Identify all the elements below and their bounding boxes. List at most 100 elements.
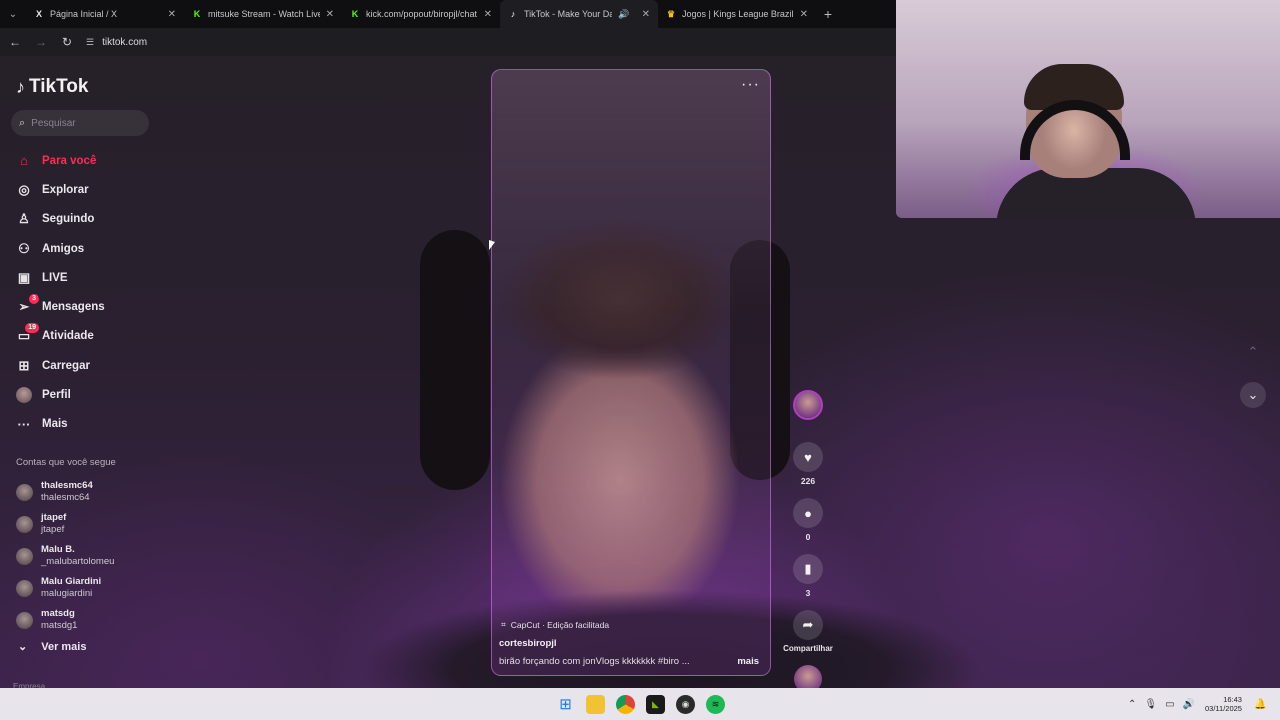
tray-overflow-icon[interactable]: ⌃ bbox=[1128, 699, 1136, 710]
next-video-button[interactable]: ⌄ bbox=[1240, 382, 1266, 408]
sidebar-item-live[interactable]: ▣ LIVE bbox=[16, 263, 105, 292]
browser-tab-2[interactable]: Kkick.com/popout/biropjl/chat ✕ bbox=[342, 0, 500, 28]
share-button[interactable]: ➦ bbox=[793, 610, 823, 640]
sidebar-item-activity[interactable]: ▭ 19 Atividade bbox=[16, 322, 105, 351]
sidebar-item-home[interactable]: ⌂ Para você bbox=[16, 146, 105, 175]
system-tray: ⌃ 🎙 ▭ 🔊 16:43 03/11/2025 🔔 bbox=[1128, 688, 1266, 720]
messages-icon: ➢ 3 bbox=[16, 294, 39, 315]
more-options-icon[interactable]: ··· bbox=[741, 76, 760, 94]
sidebar-item-label: Para você bbox=[42, 154, 97, 167]
tab-close-icon[interactable]: ✕ bbox=[800, 9, 808, 20]
following-list: thalesmc64 thalesmc64 jtapef jtapef Malu B. _… bbox=[16, 476, 114, 636]
sidebar-item-friends[interactable]: ⚇ Amigos bbox=[16, 234, 105, 263]
tab-search-icon[interactable]: ⌄ bbox=[0, 0, 26, 28]
browser-tab-3[interactable]: ♪ TikTok - Make Your Day 🔊 ✕ bbox=[500, 0, 658, 28]
sidebar-item-profile-avatar[interactable]: Perfil bbox=[16, 380, 105, 409]
sidebar-item-upload[interactable]: ⊞ Carregar bbox=[16, 351, 105, 380]
avatar bbox=[16, 611, 33, 629]
following-account[interactable]: matsdg matsdg1 bbox=[16, 604, 114, 636]
sidebar-item-compass[interactable]: ◎ Explorar bbox=[16, 175, 105, 204]
microphone-icon[interactable]: 🎙 bbox=[1144, 699, 1157, 710]
account-text: Malu B. _malubartolomeu bbox=[41, 544, 114, 568]
comment-icon: ● bbox=[804, 505, 812, 521]
notification-bell-icon[interactable]: 🔔 bbox=[1254, 699, 1266, 710]
following-account[interactable]: Malu Giardini malugiardini bbox=[16, 572, 114, 604]
video-caption: birão forçando com jonVlogs kkkkkkk #bir… bbox=[499, 656, 690, 667]
video-player[interactable]: ··· ⌗ CapCut · Edição facilitada cortesb… bbox=[491, 69, 771, 676]
windows-start-icon[interactable]: ⊞ bbox=[556, 695, 575, 714]
account-handle: _malubartolomeu bbox=[41, 556, 115, 567]
url-text: tiktok.com bbox=[102, 36, 148, 48]
creator-avatar[interactable] bbox=[793, 390, 823, 420]
tiktok-logo[interactable]: ♪ TikTok bbox=[16, 76, 88, 98]
capcut-tag[interactable]: ⌗ CapCut · Edição facilitada bbox=[501, 619, 609, 630]
tiktok-note-icon: ♪ bbox=[16, 76, 25, 97]
account-name: thalesmc64 bbox=[41, 480, 93, 491]
previous-video-button[interactable]: ⌃ bbox=[1243, 342, 1263, 362]
tab-close-icon[interactable]: ✕ bbox=[326, 9, 334, 20]
search-icon: ⌕ bbox=[19, 116, 26, 129]
tab-audio-icon[interactable]: 🔊 bbox=[618, 9, 629, 20]
tab-close-icon[interactable]: ✕ bbox=[168, 9, 176, 20]
sidebar-item-more[interactable]: ··· Mais bbox=[16, 410, 105, 439]
following-icon: ♙ bbox=[18, 211, 30, 227]
caption-more-button[interactable]: mais bbox=[737, 656, 759, 667]
account-name: Malu Giardini bbox=[41, 576, 102, 587]
browser-toolbar: ← → ↻ ☰ tiktok.com bbox=[0, 28, 896, 56]
following-account[interactable]: jtapef jtapef bbox=[16, 508, 114, 540]
following-account[interactable]: thalesmc64 thalesmc64 bbox=[16, 476, 114, 508]
file-explorer-icon[interactable] bbox=[586, 694, 605, 714]
following-title: Contas que você segue bbox=[16, 457, 116, 468]
tab-title: Jogos | Kings League Brazil bbox=[682, 9, 794, 19]
tab-close-icon[interactable]: ✕ bbox=[484, 9, 492, 20]
tab-close-icon[interactable]: ✕ bbox=[642, 9, 650, 20]
forward-button[interactable]: → bbox=[32, 33, 50, 51]
tab-favicon-icon: ♪ bbox=[510, 9, 516, 19]
clock[interactable]: 16:43 03/11/2025 bbox=[1205, 695, 1242, 713]
video-author[interactable]: cortesbiropjl bbox=[499, 638, 557, 649]
browser-tab-4[interactable]: ♛ Jogos | Kings League Brazil ✕ bbox=[658, 0, 816, 28]
browser-tab-1[interactable]: Kmitsuke Stream - Watch Live on Kick ✕ bbox=[184, 0, 342, 28]
sidebar-item-messages[interactable]: ➢ 3 Mensagens bbox=[16, 292, 105, 321]
live-icon: ▣ bbox=[17, 269, 31, 285]
nvidia-icon[interactable]: ◣ bbox=[646, 694, 665, 714]
sidebar-nav: ⌂ Para você ◎ Explorar ♙ Seguindo ⚇ Amigos ▣ LIVE… bbox=[16, 146, 105, 439]
chrome-icon[interactable] bbox=[616, 694, 635, 714]
following-account[interactable]: Malu B. _malubartolomeu bbox=[16, 540, 114, 572]
address-bar[interactable]: ☰ tiktok.com bbox=[86, 37, 147, 48]
account-text: matsdg matsdg1 bbox=[41, 608, 77, 632]
save-button[interactable]: ▮ bbox=[793, 554, 823, 584]
sidebar-item-label: Explorar bbox=[42, 183, 89, 196]
account-name: jtapef bbox=[41, 512, 67, 523]
sidebar-item-label: Perfil bbox=[42, 389, 71, 402]
comment-button[interactable]: ● bbox=[793, 498, 823, 528]
friends-icon: ⚇ bbox=[18, 240, 30, 256]
avatar bbox=[16, 515, 33, 533]
obs-icon[interactable]: ◉ bbox=[676, 694, 695, 714]
avatar bbox=[16, 579, 33, 597]
new-tab-button[interactable]: + bbox=[816, 6, 840, 22]
share-label: Compartilhar bbox=[783, 644, 833, 653]
back-button[interactable]: ← bbox=[6, 33, 24, 51]
see-more-button[interactable]: ⌄ Ver mais bbox=[18, 640, 86, 654]
save-count: 3 bbox=[805, 588, 811, 598]
sidebar-item-label: Atividade bbox=[42, 330, 94, 343]
reload-button[interactable]: ↻ bbox=[58, 33, 76, 51]
more-icon: ··· bbox=[17, 416, 31, 432]
account-text: jtapef jtapef bbox=[41, 512, 66, 536]
video-action-bar: ♥ 226 ● 0 ▮ 3 ➦ Compartilhar bbox=[782, 390, 834, 693]
webcam-overlay bbox=[896, 0, 1280, 218]
sidebar-item-following[interactable]: ♙ Seguindo bbox=[16, 205, 105, 234]
chevron-down-icon: ⌄ bbox=[1247, 387, 1259, 402]
network-icon[interactable]: ▭ bbox=[1165, 699, 1174, 710]
search-box[interactable]: ⌕ bbox=[11, 110, 149, 136]
browser-tab-0[interactable]: X Página Inicial / X ✕ bbox=[26, 0, 184, 28]
heart-icon: ♥ bbox=[804, 449, 812, 465]
site-info-icon[interactable]: ☰ bbox=[86, 37, 94, 48]
account-handle: malugiardini bbox=[41, 588, 93, 599]
profile-avatar-icon bbox=[16, 387, 32, 404]
like-button[interactable]: ♥ bbox=[793, 442, 823, 472]
search-input[interactable] bbox=[31, 117, 132, 129]
spotify-icon[interactable]: ≋ bbox=[706, 694, 725, 714]
volume-icon[interactable]: 🔊 bbox=[1183, 699, 1195, 710]
